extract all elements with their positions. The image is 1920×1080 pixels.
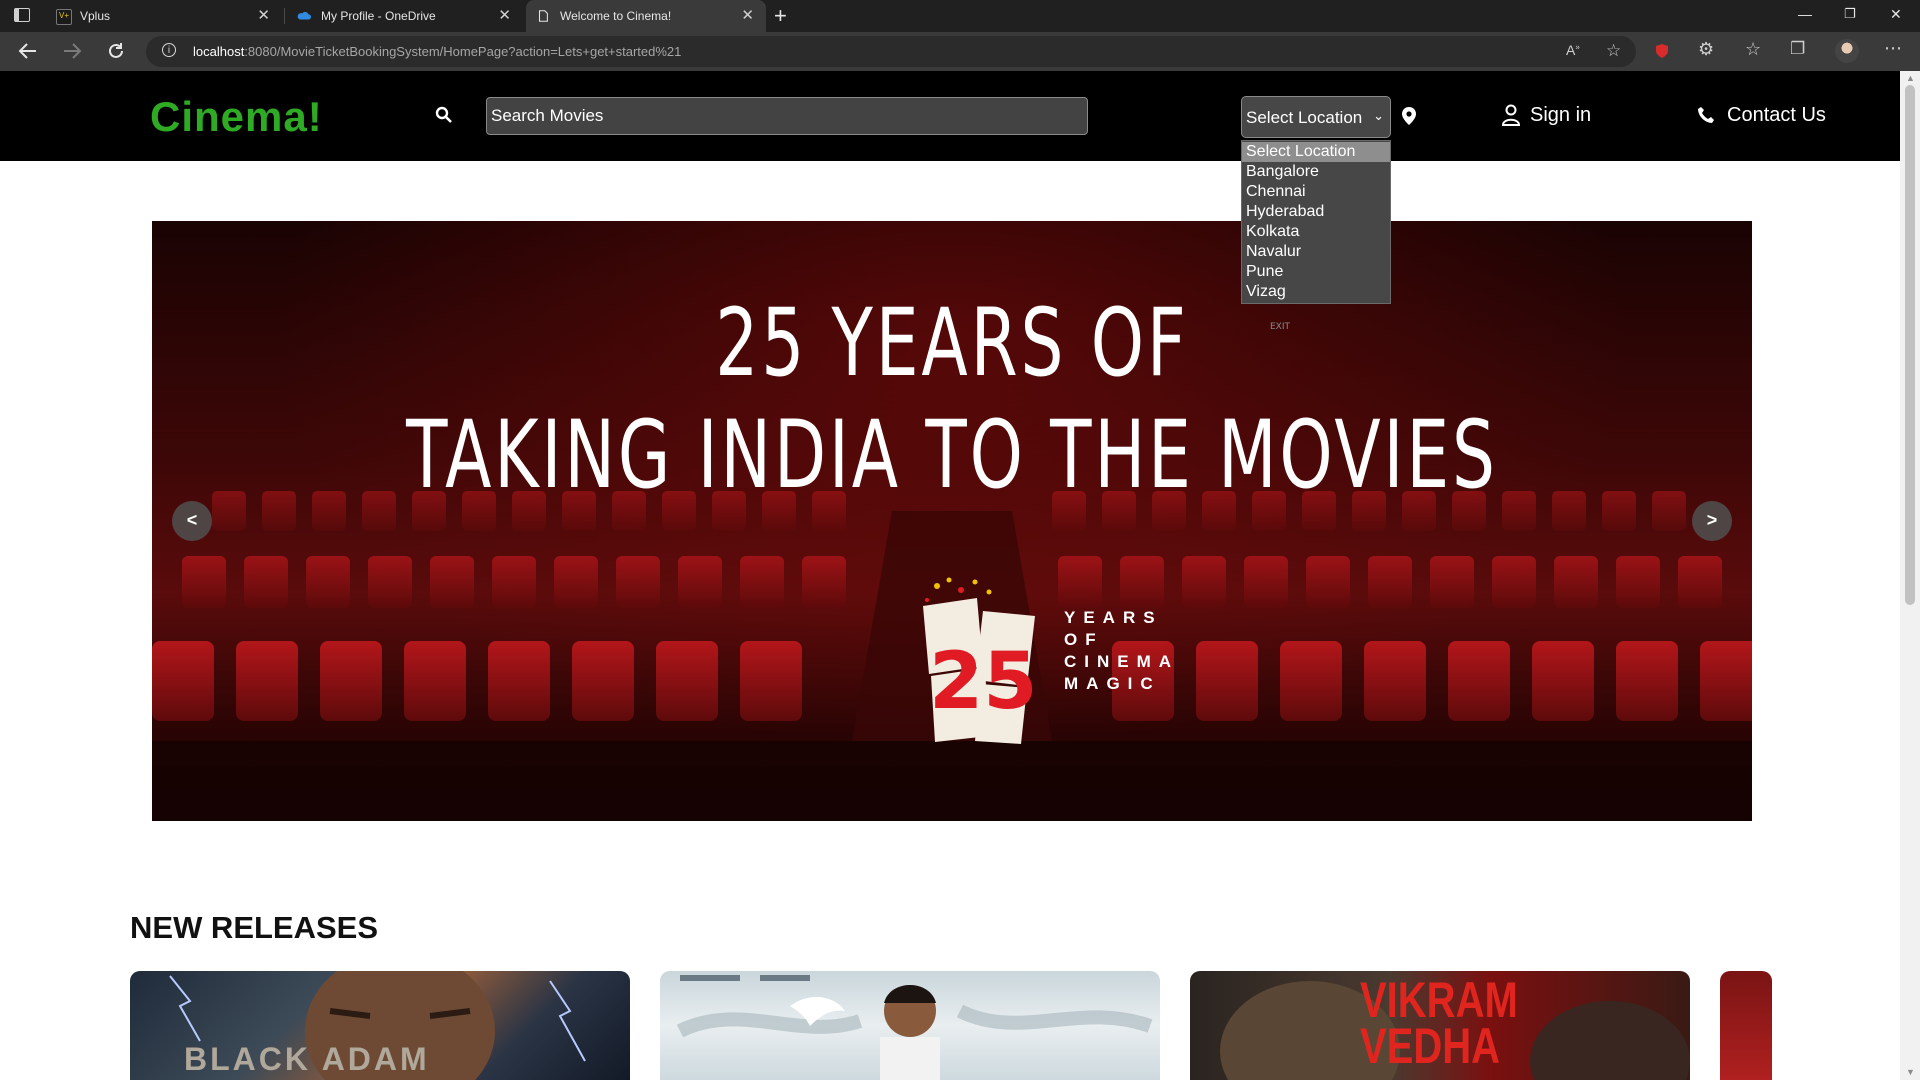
carousel-next-button[interactable]: >	[1692, 501, 1732, 541]
location-pin-icon	[1402, 107, 1416, 125]
movie-poster-card[interactable]	[1720, 971, 1772, 1080]
url-text: localhost:8080/MovieTicketBookingSystem/…	[193, 44, 681, 59]
back-arrow-icon[interactable]	[18, 42, 38, 60]
browser-tab-vplus[interactable]: V+ Vplus ✕	[46, 0, 282, 32]
browser-address-bar: i localhost:8080/MovieTicketBookingSyste…	[0, 32, 1920, 71]
onedrive-cloud-icon	[297, 11, 311, 20]
25-years-badge-logo: 25	[923, 577, 1038, 744]
location-option-pune[interactable]: Pune	[1242, 262, 1390, 282]
read-aloud-icon[interactable]: A»	[1566, 42, 1580, 58]
phone-icon[interactable]	[1697, 106, 1715, 124]
url-path: :8080/MovieTicketBookingSystem/HomePage?…	[244, 44, 682, 59]
add-favorite-icon[interactable]: ☆	[1606, 41, 1621, 61]
browser-tab-onedrive[interactable]: My Profile - OneDrive ✕	[287, 0, 523, 32]
more-menu-icon[interactable]: ⋯	[1884, 38, 1902, 59]
vplus-favicon-icon: V+	[56, 9, 72, 25]
tab-separator	[284, 8, 285, 24]
location-option-navalur[interactable]: Navalur	[1242, 242, 1390, 262]
page-document-icon	[538, 10, 548, 22]
site-info-icon[interactable]: i	[162, 43, 176, 57]
location-option-hyderabad[interactable]: Hyderabad	[1242, 202, 1390, 222]
location-select[interactable]: Select Location ⌄	[1241, 96, 1391, 138]
location-option-chennai[interactable]: Chennai	[1242, 182, 1390, 202]
page-scrollbar[interactable]: ▲ ▼	[1900, 71, 1920, 1080]
tab-title: My Profile - OneDrive	[321, 9, 436, 23]
search-movies-input[interactable]	[486, 97, 1088, 135]
badge-line-of: OF	[1064, 630, 1104, 649]
tab-title: Welcome to Cinema!	[560, 9, 672, 23]
extensions-puzzle-icon[interactable]: ⚙	[1698, 39, 1714, 60]
carousel-prev-button[interactable]: <	[172, 501, 212, 541]
scrollbar-thumb[interactable]	[1905, 85, 1915, 605]
shield-extension-icon[interactable]	[1654, 43, 1670, 59]
collections-icon[interactable]: ❐	[1790, 39, 1805, 59]
movie-poster-card[interactable]: BLACK ADAM	[130, 971, 630, 1080]
forward-arrow-icon[interactable]	[62, 42, 82, 60]
favorites-icon[interactable]: ☆	[1745, 39, 1761, 60]
location-option-bangalore[interactable]: Bangalore	[1242, 162, 1390, 182]
new-releases-heading: NEW RELEASES	[130, 910, 379, 945]
reload-icon[interactable]	[106, 41, 126, 61]
url-field[interactable]: i localhost:8080/MovieTicketBookingSyste…	[146, 36, 1636, 67]
badge-number: 25	[929, 637, 1038, 727]
banner-headline-line2: TAKING INDIA TO THE MOVIES	[406, 401, 1498, 510]
poster-image	[676, 975, 1153, 1080]
search-icon[interactable]	[435, 106, 453, 124]
badge-line-cinema: CINEMA	[1064, 652, 1180, 671]
location-option-vizag[interactable]: Vizag	[1242, 282, 1390, 302]
badge-line-years: YEARS	[1064, 608, 1163, 627]
location-option-select-location[interactable]: Select Location	[1242, 142, 1390, 162]
movie-poster-card[interactable]	[660, 971, 1160, 1080]
scroll-down-icon[interactable]: ▼	[1906, 1067, 1915, 1077]
browser-tab-cinema[interactable]: Welcome to Cinema! ✕	[526, 0, 766, 32]
sign-in-link[interactable]: Sign in	[1530, 104, 1591, 127]
movie-poster-card[interactable]: VIKRAM VEDHA	[1190, 971, 1690, 1080]
browser-tab-bar: V+ Vplus ✕ My Profile - OneDrive ✕ Welco…	[0, 0, 1920, 32]
badge-caption: YEARS OF CINEMA MAGIC	[1064, 607, 1179, 695]
profile-avatar[interactable]	[1835, 39, 1859, 63]
location-select-value: Select Location	[1246, 108, 1363, 127]
new-tab-button[interactable]: +	[774, 3, 787, 29]
site-header: Cinema! Select Location ⌄ Sign in Contac…	[0, 71, 1900, 161]
chevron-down-icon: ⌄	[1373, 108, 1384, 123]
user-icon[interactable]	[1501, 104, 1521, 126]
site-logo[interactable]: Cinema!	[150, 93, 323, 141]
poster-title: VIKRAM VEDHA	[1360, 972, 1518, 1074]
close-tab-icon[interactable]: ✕	[741, 6, 754, 24]
hero-banner-carousel: EXIT 25 YEARS OF TAKING INDIA TO THE MOV…	[152, 221, 1752, 821]
tab-title: Vplus	[80, 9, 111, 23]
url-host: localhost	[193, 44, 245, 59]
contact-us-link[interactable]: Contact Us	[1727, 104, 1826, 127]
close-tab-icon[interactable]: ✕	[257, 6, 270, 24]
restore-window-icon[interactable]: ❐	[1844, 6, 1856, 22]
poster-title: BLACK ADAM	[184, 1041, 430, 1077]
tab-actions-icon[interactable]	[14, 8, 30, 22]
close-window-icon[interactable]: ✕	[1890, 6, 1902, 23]
scroll-up-icon[interactable]: ▲	[1906, 73, 1915, 83]
badge-line-magic: MAGIC	[1064, 674, 1161, 693]
location-option-kolkata[interactable]: Kolkata	[1242, 222, 1390, 242]
minimize-window-icon[interactable]: —	[1798, 6, 1812, 22]
banner-headline-line1: 25 YEARS OF	[715, 289, 1189, 398]
location-dropdown-list: Select Location Bangalore Chennai Hydera…	[1241, 140, 1391, 304]
close-tab-icon[interactable]: ✕	[498, 6, 511, 24]
